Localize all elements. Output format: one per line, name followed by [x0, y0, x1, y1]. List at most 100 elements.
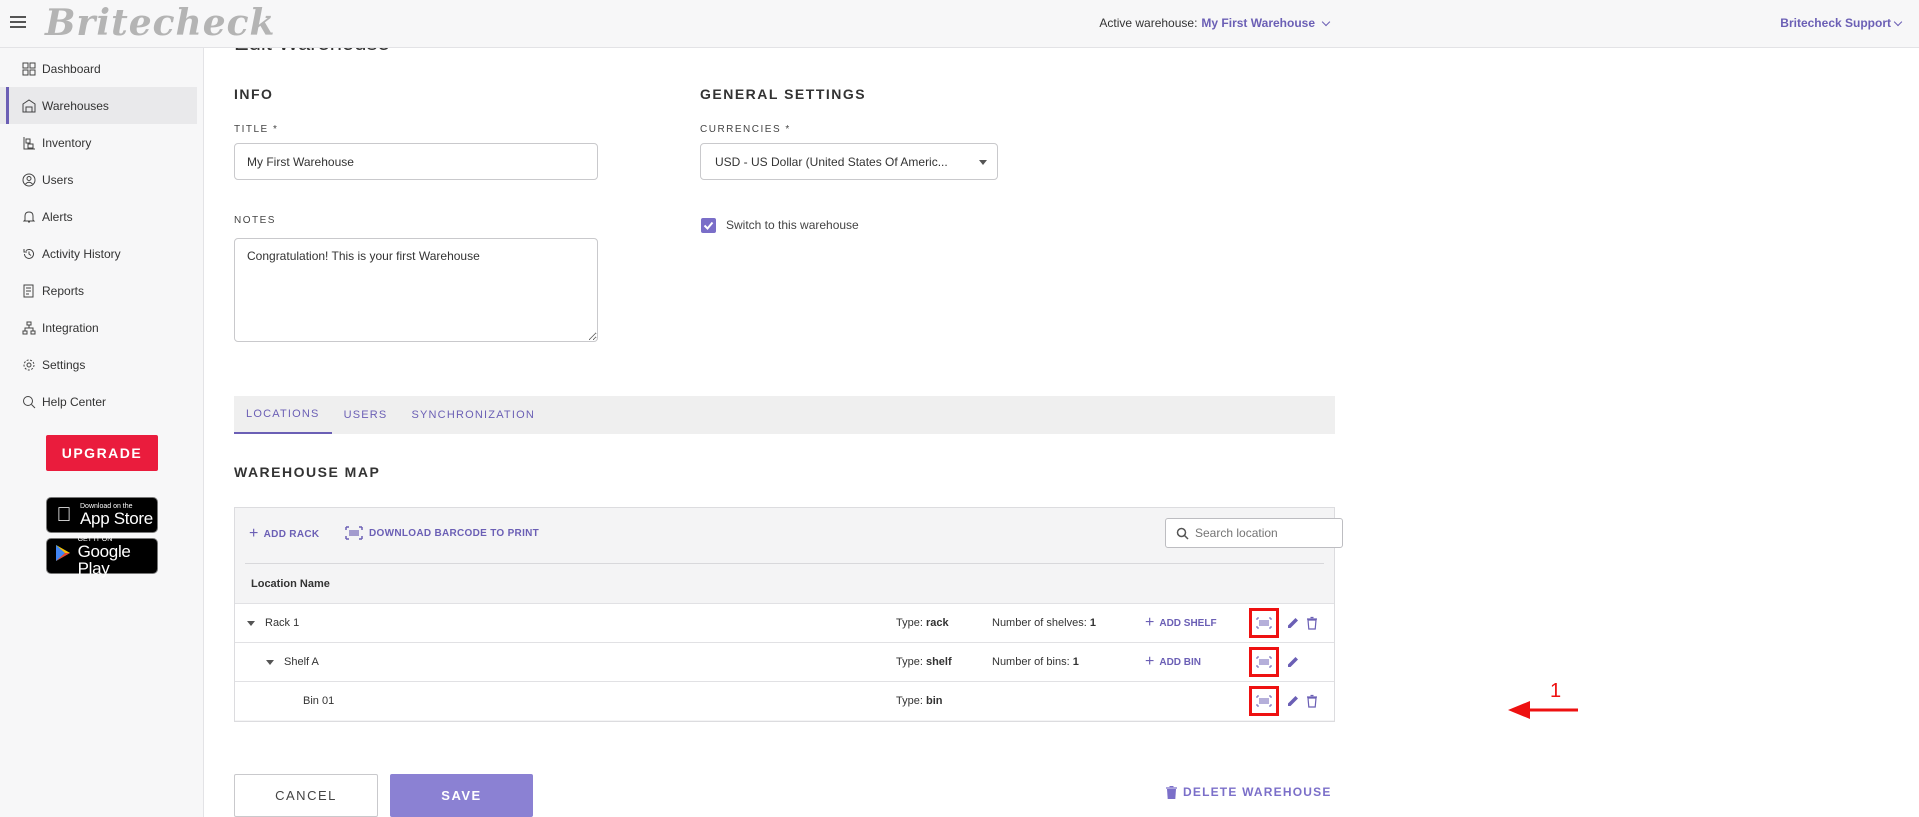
sidebar-item-label: Settings: [42, 357, 86, 372]
count-value: 1: [1089, 617, 1096, 629]
add-rack-label: ADD RACK: [263, 528, 320, 540]
integration-icon: [22, 321, 36, 335]
notes-textarea[interactable]: [234, 238, 598, 342]
sidebar-item-integration[interactable]: Integration: [0, 309, 203, 346]
sidebar-item-label: Warehouses: [42, 98, 109, 113]
warehouse-map-heading: WAREHOUSE MAP: [234, 464, 381, 480]
barcode-highlight: [1249, 686, 1279, 716]
count-label: Number of shelves:: [992, 617, 1087, 629]
search-location[interactable]: [1165, 518, 1343, 548]
type-label: Type:: [896, 617, 923, 629]
title-label: TITLE *: [234, 124, 279, 135]
collapse-icon[interactable]: [266, 659, 274, 665]
count-value: 1: [1072, 656, 1079, 668]
collapse-icon[interactable]: [247, 620, 255, 626]
account-name: Britecheck Support: [1780, 16, 1891, 30]
sidebar-item-alerts[interactable]: Alerts: [0, 198, 203, 235]
currency-select[interactable]: USD - US Dollar (United States Of Americ…: [700, 143, 998, 180]
caret-down-icon: [979, 160, 987, 165]
location-count: Number of bins: 1: [992, 656, 1079, 668]
active-warehouse-selector[interactable]: Active warehouse: My First Warehouse: [1099, 16, 1331, 30]
tab-synchronization[interactable]: SYNCHRONIZATION: [399, 396, 547, 434]
add-shelf-label: ADD SHELF: [1159, 617, 1217, 629]
delete-button[interactable]: [1305, 694, 1319, 708]
sidebar-item-label: Users: [42, 172, 74, 187]
type-label: Type:: [896, 695, 923, 707]
currencies-label: CURRENCIES *: [700, 124, 791, 135]
download-barcode-label: DOWNLOAD BARCODE TO PRINT: [369, 527, 540, 539]
info-heading: INFO: [234, 86, 274, 102]
account-menu[interactable]: Britecheck Support: [1780, 16, 1903, 30]
sidebar-item-activity-history[interactable]: Activity History: [0, 235, 203, 272]
google-play-label: Google Play: [77, 541, 131, 578]
upgrade-button[interactable]: UPGRADE: [46, 435, 158, 471]
apple-icon: : [53, 504, 75, 527]
title-input[interactable]: [234, 143, 598, 180]
add-rack-button[interactable]: + ADD RACK: [249, 526, 319, 542]
reports-icon: [22, 284, 36, 298]
location-name-cell: Bin 01: [303, 695, 334, 707]
warehouse-map-table: + ADD RACK DOWNLOAD BARCODE TO PRINT Loc…: [234, 507, 1343, 722]
page-title: Edit Warehouse: [234, 48, 390, 56]
sidebar-item-label: Integration: [42, 320, 99, 335]
sidebar-item-users[interactable]: Users: [0, 161, 203, 198]
barcode-icon: [1256, 695, 1272, 707]
trash-icon: [1307, 616, 1317, 630]
help-icon: [22, 395, 36, 409]
search-input[interactable]: [1195, 526, 1335, 540]
location-type: Type: bin: [896, 695, 942, 707]
location-type: Type: shelf: [896, 656, 952, 668]
location-name-cell: Shelf A: [266, 656, 319, 668]
tab-bar: LOCATIONS USERS SYNCHRONIZATION: [234, 396, 1335, 434]
barcode-button[interactable]: [1249, 608, 1279, 638]
sidebar-item-help-center[interactable]: Help Center: [0, 383, 203, 420]
barcode-highlight: [1249, 608, 1279, 638]
barcode-icon: [1256, 656, 1272, 668]
location-name: Rack 1: [265, 617, 300, 629]
type-value: rack: [925, 617, 949, 629]
switch-warehouse-label: Switch to this warehouse: [726, 218, 859, 232]
sidebar-item-settings[interactable]: Settings: [0, 346, 203, 383]
save-button[interactable]: SAVE: [390, 774, 533, 817]
sidebar-item-warehouses[interactable]: Warehouses: [0, 87, 197, 124]
active-warehouse-value[interactable]: My First Warehouse: [1201, 16, 1315, 30]
gear-icon: [22, 358, 36, 372]
sidebar-item-dashboard[interactable]: Dashboard: [0, 50, 203, 87]
location-name: Bin 01: [303, 695, 335, 707]
add-bin-button[interactable]: + ADD BIN: [1145, 654, 1201, 670]
barcode-button[interactable]: [1249, 647, 1279, 677]
plus-icon: +: [1145, 653, 1155, 670]
sidebar-item-inventory[interactable]: Inventory: [0, 124, 203, 161]
table-row: Bin 01 Type: bin: [235, 681, 1334, 720]
bell-icon: [22, 210, 36, 224]
add-shelf-button[interactable]: + ADD SHELF: [1145, 615, 1217, 631]
delete-warehouse-button[interactable]: DELETE WAREHOUSE: [1166, 785, 1332, 799]
barcode-button[interactable]: [1249, 686, 1279, 716]
sidebar-item-label: Activity History: [42, 246, 121, 261]
tab-users[interactable]: USERS: [332, 396, 400, 434]
table-row: Rack 1 Type: rack Number of shelves: 1 +…: [235, 603, 1334, 642]
sidebar-item-label: Dashboard: [42, 61, 101, 76]
edit-button[interactable]: [1286, 616, 1300, 630]
sidebar: Dashboard Warehouses Inventory Users Ale…: [0, 48, 204, 817]
sidebar-item-label: Help Center: [42, 394, 107, 409]
delete-warehouse-label: DELETE WAREHOUSE: [1183, 785, 1332, 799]
trash-icon: [1307, 694, 1317, 708]
switch-warehouse-checkbox[interactable]: [701, 218, 716, 233]
checkmark-icon: [703, 221, 714, 230]
app-logo: Britecheck: [45, 2, 276, 44]
type-value: bin: [925, 695, 943, 707]
count-label: Number of bins:: [992, 656, 1070, 668]
menu-icon[interactable]: [10, 16, 26, 30]
google-play-badge[interactable]: GET IT ON Google Play: [46, 536, 158, 578]
main-content: Edit Warehouse INFO GENERAL SETTINGS TIT…: [205, 48, 1919, 817]
sidebar-item-reports[interactable]: Reports: [0, 272, 203, 309]
cancel-button[interactable]: CANCEL: [234, 774, 378, 817]
delete-button[interactable]: [1305, 616, 1319, 630]
app-store-badge[interactable]:  Download on the App Store: [46, 497, 158, 533]
chevron-down-icon: [1321, 17, 1331, 26]
edit-button[interactable]: [1286, 694, 1300, 708]
tab-locations[interactable]: LOCATIONS: [234, 396, 332, 434]
download-barcode-button[interactable]: DOWNLOAD BARCODE TO PRINT: [345, 526, 539, 540]
edit-button[interactable]: [1286, 655, 1300, 669]
